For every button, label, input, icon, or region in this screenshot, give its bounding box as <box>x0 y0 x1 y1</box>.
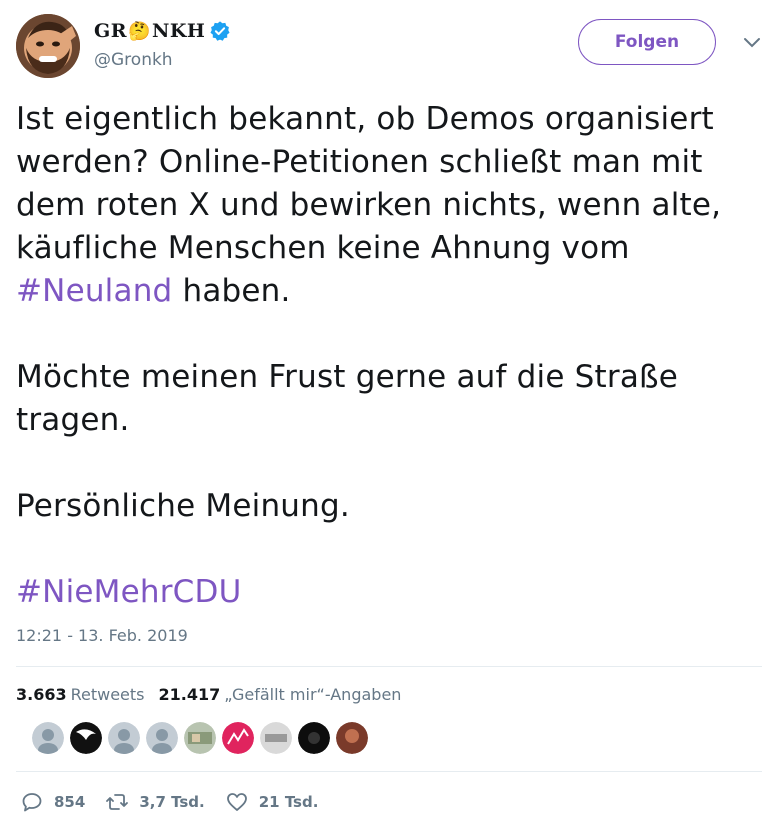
like-count: 21 Tsd. <box>258 793 319 811</box>
user-handle[interactable]: @Gronkh <box>94 50 173 70</box>
tweet-paragraph: Möchte meinen Frust gerne auf die Straße… <box>16 359 679 438</box>
engagement-stats: 3.663 Retweets 21.417 „Gefällt mir“-Angabe… <box>16 685 401 704</box>
thinking-emoji-icon: 🤔 <box>128 21 151 42</box>
liker-avatar[interactable] <box>146 722 178 754</box>
liker-avatar[interactable] <box>222 722 254 754</box>
liker-avatar[interactable] <box>108 722 140 754</box>
chevron-down-icon[interactable] <box>742 36 762 50</box>
tweet-card: GR🤔NKH @Gronkh Folgen Ist eigentlich bek… <box>0 0 766 829</box>
tweet-paragraph: Ist eigentlich bekannt, ob Demos organis… <box>16 101 722 309</box>
like-button[interactable]: 21 Tsd. <box>225 790 319 814</box>
liker-avatar[interactable] <box>32 722 64 754</box>
heart-icon <box>226 793 247 811</box>
liker-avatars <box>32 722 368 754</box>
retweet-button[interactable]: 3,7 Tsd. <box>105 790 205 814</box>
verified-badge-icon <box>210 21 230 41</box>
liker-avatar[interactable] <box>70 722 102 754</box>
tweet-actions: 854 3,7 Tsd. 21 Tsd. <box>20 790 338 814</box>
likes-stat[interactable]: 21.417 „Gefällt mir“-Angaben <box>159 685 402 704</box>
tweet-timestamp[interactable]: 12:21 - 13. Feb. 2019 <box>16 626 188 645</box>
liker-avatar[interactable] <box>260 722 292 754</box>
liker-avatar[interactable] <box>336 722 368 754</box>
display-name-row[interactable]: GR🤔NKH <box>94 20 231 42</box>
divider <box>16 771 762 772</box>
reply-icon <box>22 793 42 812</box>
liker-avatar[interactable] <box>184 722 216 754</box>
hashtag-link[interactable]: #Neuland <box>16 273 172 309</box>
retweet-count: 3,7 Tsd. <box>139 793 205 811</box>
tweet-text: Ist eigentlich bekannt, ob Demos organis… <box>16 98 756 614</box>
liker-avatar[interactable] <box>298 722 330 754</box>
tweet-paragraph: Persönliche Meinung. <box>16 488 350 524</box>
reply-count: 854 <box>54 793 86 811</box>
display-name[interactable]: GR🤔NKH <box>94 20 205 42</box>
reply-button[interactable]: 854 <box>20 790 85 814</box>
retweet-icon <box>106 794 129 810</box>
avatar[interactable] <box>16 14 80 78</box>
retweets-stat[interactable]: 3.663 Retweets <box>16 685 145 704</box>
hashtag-link[interactable]: #NieMehrCDU <box>16 571 756 614</box>
divider <box>16 666 762 667</box>
follow-button[interactable]: Folgen <box>578 19 716 65</box>
